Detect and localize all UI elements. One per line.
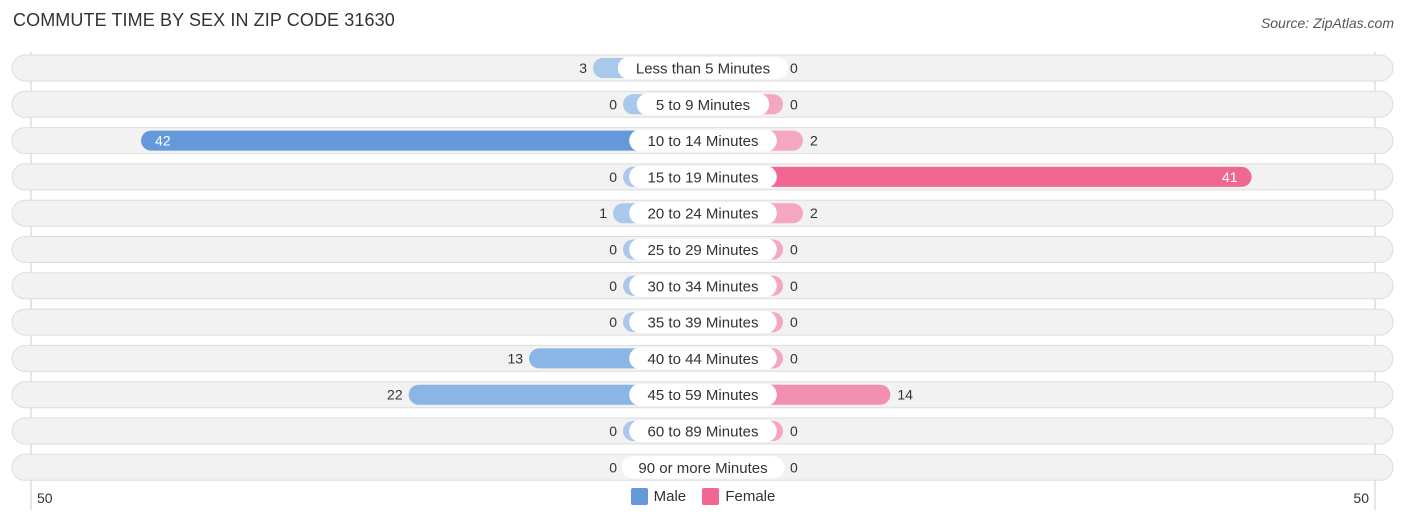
male-value-label: 0 [609, 96, 617, 112]
category-label: 25 to 29 Minutes [648, 242, 759, 259]
male-bar [141, 130, 704, 151]
legend: Male Female [0, 488, 1406, 509]
female-value-label: 0 [790, 278, 798, 294]
category-label: 60 to 89 Minutes [648, 424, 759, 441]
male-value-label: 42 [155, 133, 171, 149]
category-label: 90 or more Minutes [638, 460, 767, 477]
legend-label-female: Female [725, 488, 776, 505]
category-label: 5 to 9 Minutes [656, 97, 750, 114]
category-label: Less than 5 Minutes [636, 61, 770, 78]
male-value-label: 22 [387, 387, 403, 403]
legend-label-male: Male [653, 488, 687, 505]
female-value-label: 14 [897, 387, 913, 403]
male-value-label: 0 [609, 459, 617, 475]
female-value-label: 41 [1222, 169, 1238, 185]
female-value-label: 2 [810, 205, 818, 221]
male-swatch [630, 488, 648, 505]
chart-canvas: Less than 5 Minutes 3 0 5 to 9 Minutes 0 0 10 … [11, 52, 1394, 510]
female-bar [703, 166, 1252, 187]
female-value-label: 2 [810, 133, 818, 149]
category-label: 15 to 19 Minutes [648, 169, 759, 186]
category-label: 40 to 44 Minutes [648, 351, 759, 368]
female-value-label: 0 [790, 350, 798, 366]
female-value-label: 0 [790, 242, 798, 258]
female-value-label: 0 [790, 60, 798, 76]
female-swatch [702, 488, 720, 505]
male-value-label: 0 [609, 169, 617, 185]
female-value-label: 0 [790, 459, 798, 475]
female-value-label: 0 [790, 423, 798, 439]
male-value-label: 0 [609, 423, 617, 439]
category-label: 20 to 24 Minutes [648, 206, 759, 223]
category-label: 35 to 39 Minutes [648, 315, 759, 332]
category-label: 30 to 34 Minutes [648, 278, 759, 295]
male-value-label: 1 [599, 205, 607, 221]
female-value-label: 0 [790, 314, 798, 330]
male-value-label: 0 [609, 314, 617, 330]
female-value-label: 0 [790, 96, 798, 112]
male-value-label: 13 [507, 350, 523, 366]
legend-item-male[interactable]: Male [630, 488, 687, 505]
category-label: 10 to 14 Minutes [648, 133, 759, 150]
male-value-label: 3 [579, 60, 587, 76]
male-value-label: 0 [609, 278, 617, 294]
legend-item-female[interactable]: Female [702, 488, 775, 505]
category-label: 45 to 59 Minutes [648, 387, 759, 404]
male-value-label: 0 [609, 242, 617, 258]
